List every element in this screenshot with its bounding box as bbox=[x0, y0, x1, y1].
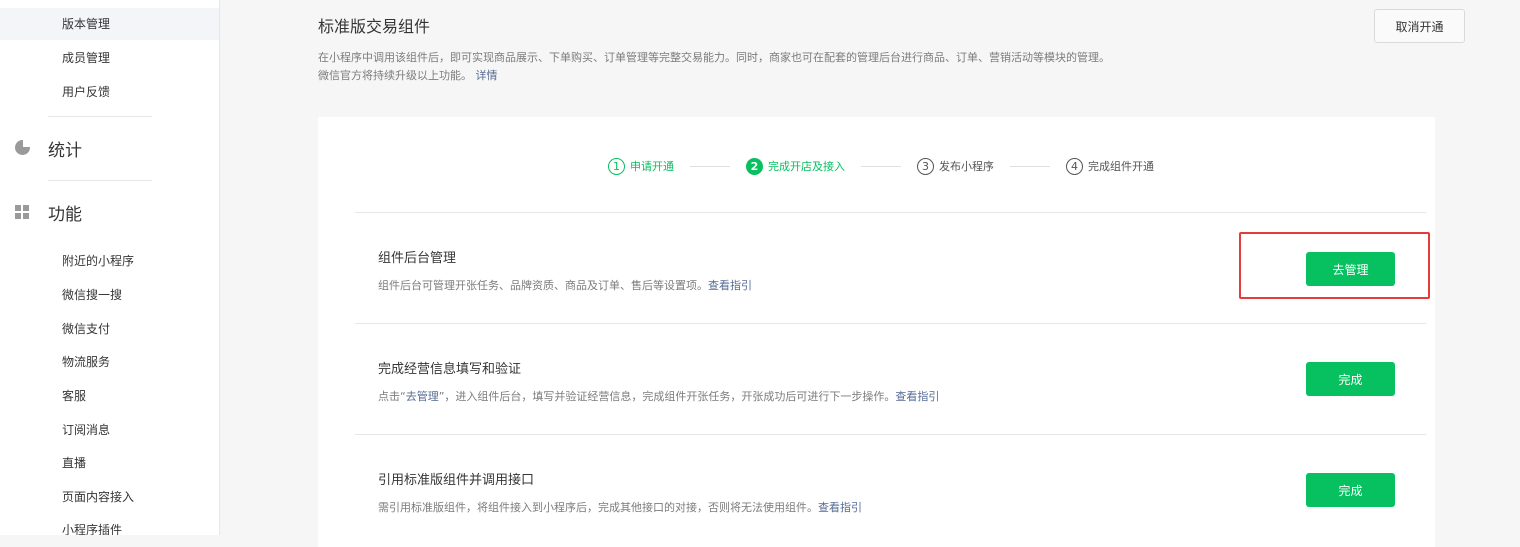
task-title: 完成经营信息填写和验证 bbox=[378, 362, 522, 377]
sidebar-divider bbox=[48, 116, 152, 117]
sidebar-group-label: 功能 bbox=[48, 204, 82, 225]
task-title: 引用标准版组件并调用接口 bbox=[378, 473, 535, 488]
sidebar-item-live[interactable]: 直播 bbox=[62, 455, 86, 471]
sidebar-item-user-feedback[interactable]: 用户反馈 bbox=[62, 84, 110, 100]
task-description: 需引用标准版组件，将组件接入到小程序后，完成其他接口的对接，否则将无法使用组件。… bbox=[378, 499, 862, 515]
view-guide-link[interactable]: 查看指引 bbox=[818, 501, 862, 514]
view-guide-link[interactable]: 查看指引 bbox=[708, 279, 752, 292]
step-label: 申请开通 bbox=[630, 160, 674, 173]
step-connector bbox=[861, 165, 901, 167]
step-open-store: 2 完成开店及接入 bbox=[746, 157, 845, 175]
sidebar-item-subscription-message[interactable]: 订阅消息 bbox=[62, 422, 110, 438]
task-description-text: 组件后台可管理开张任务、品牌资质、商品及订单、售后等设置项。 bbox=[378, 279, 708, 292]
step-label: 完成组件开通 bbox=[1088, 160, 1154, 173]
step-connector bbox=[690, 165, 730, 167]
highlight-box bbox=[1239, 232, 1430, 299]
task-description: 组件后台可管理开张任务、品牌资质、商品及订单、售后等设置项。查看指引 bbox=[378, 277, 752, 293]
step-connector bbox=[1010, 165, 1050, 167]
divider bbox=[355, 434, 1426, 435]
sidebar-item-logistics[interactable]: 物流服务 bbox=[62, 354, 110, 370]
page-description: 在小程序中调用该组件后，即可实现商品展示、下单购买、订单管理等完整交易能力。同时… bbox=[318, 49, 1318, 85]
step-label: 完成开店及接入 bbox=[768, 160, 845, 173]
task-description-highlight: 去管理 bbox=[405, 390, 439, 403]
step-number: 4 bbox=[1066, 157, 1083, 175]
task-description-text: ”，进入组件后台，填写并验证经营信息，完成组件开张任务，开张成功后可进行下一步操… bbox=[438, 390, 896, 403]
task-description-text: 点击“ bbox=[378, 390, 406, 403]
divider bbox=[355, 212, 1426, 213]
sidebar-item-member-management[interactable]: 成员管理 bbox=[62, 50, 110, 66]
sidebar-group-statistics[interactable]: 统计 bbox=[14, 137, 82, 161]
activation-card: 1 申请开通 2 完成开店及接入 3 发布小程序 4 完成组件开通 组件后台管理… bbox=[318, 117, 1435, 547]
description-line: 微信官方将持续升级以上功能。 详情 bbox=[318, 67, 1318, 85]
step-number: 3 bbox=[917, 157, 934, 175]
sidebar-item-page-content[interactable]: 页面内容接入 bbox=[62, 489, 134, 505]
sidebar-item-version-management[interactable]: 版本管理 bbox=[62, 16, 110, 32]
sidebar-item-customer-service[interactable]: 客服 bbox=[62, 388, 86, 404]
sidebar-group-label: 统计 bbox=[48, 140, 82, 161]
task-description: 点击“去管理”，进入组件后台，填写并验证经营信息，完成组件开张任务，开张成功后可… bbox=[378, 388, 939, 404]
sidebar-group-features[interactable]: 功能 bbox=[14, 201, 82, 225]
progress-steps: 1 申请开通 2 完成开店及接入 3 发布小程序 4 完成组件开通 bbox=[608, 155, 1154, 177]
view-guide-link[interactable]: 查看指引 bbox=[895, 390, 939, 403]
complete-button[interactable]: 完成 bbox=[1306, 473, 1395, 507]
step-complete: 4 完成组件开通 bbox=[1066, 157, 1154, 175]
sidebar-item-wechat-search[interactable]: 微信搜一搜 bbox=[62, 287, 122, 303]
sidebar-item-nearby-miniprogram[interactable]: 附近的小程序 bbox=[62, 253, 134, 269]
sidebar-item-wechat-pay[interactable]: 微信支付 bbox=[62, 321, 110, 337]
sidebar-item-plugin[interactable]: 小程序插件 bbox=[62, 522, 122, 535]
divider bbox=[355, 323, 1426, 324]
complete-button[interactable]: 完成 bbox=[1306, 362, 1395, 396]
task-title: 组件后台管理 bbox=[378, 251, 457, 266]
page-title: 标准版交易组件 bbox=[318, 17, 431, 36]
step-number: 1 bbox=[608, 157, 625, 175]
description-line: 在小程序中调用该组件后，即可实现商品展示、下单购买、订单管理等完整交易能力。同时… bbox=[318, 51, 1110, 64]
step-apply: 1 申请开通 bbox=[608, 157, 674, 175]
pie-chart-icon bbox=[14, 139, 32, 157]
sidebar-divider bbox=[48, 180, 152, 181]
description-text: 微信官方将持续升级以上功能。 bbox=[318, 69, 472, 82]
step-label: 发布小程序 bbox=[939, 160, 994, 173]
task-description-text: 需引用标准版组件，将组件接入到小程序后，完成其他接口的对接，否则将无法使用组件。 bbox=[378, 501, 818, 514]
step-publish: 3 发布小程序 bbox=[917, 157, 994, 175]
step-number: 2 bbox=[746, 157, 763, 175]
details-link[interactable]: 详情 bbox=[476, 69, 498, 82]
cancel-activation-button[interactable]: 取消开通 bbox=[1374, 9, 1465, 43]
sidebar: 版本管理 成员管理 用户反馈 统计 功能 附近的小程序 微信搜一搜 微信支付 物… bbox=[0, 0, 220, 535]
grid-icon bbox=[14, 203, 32, 221]
